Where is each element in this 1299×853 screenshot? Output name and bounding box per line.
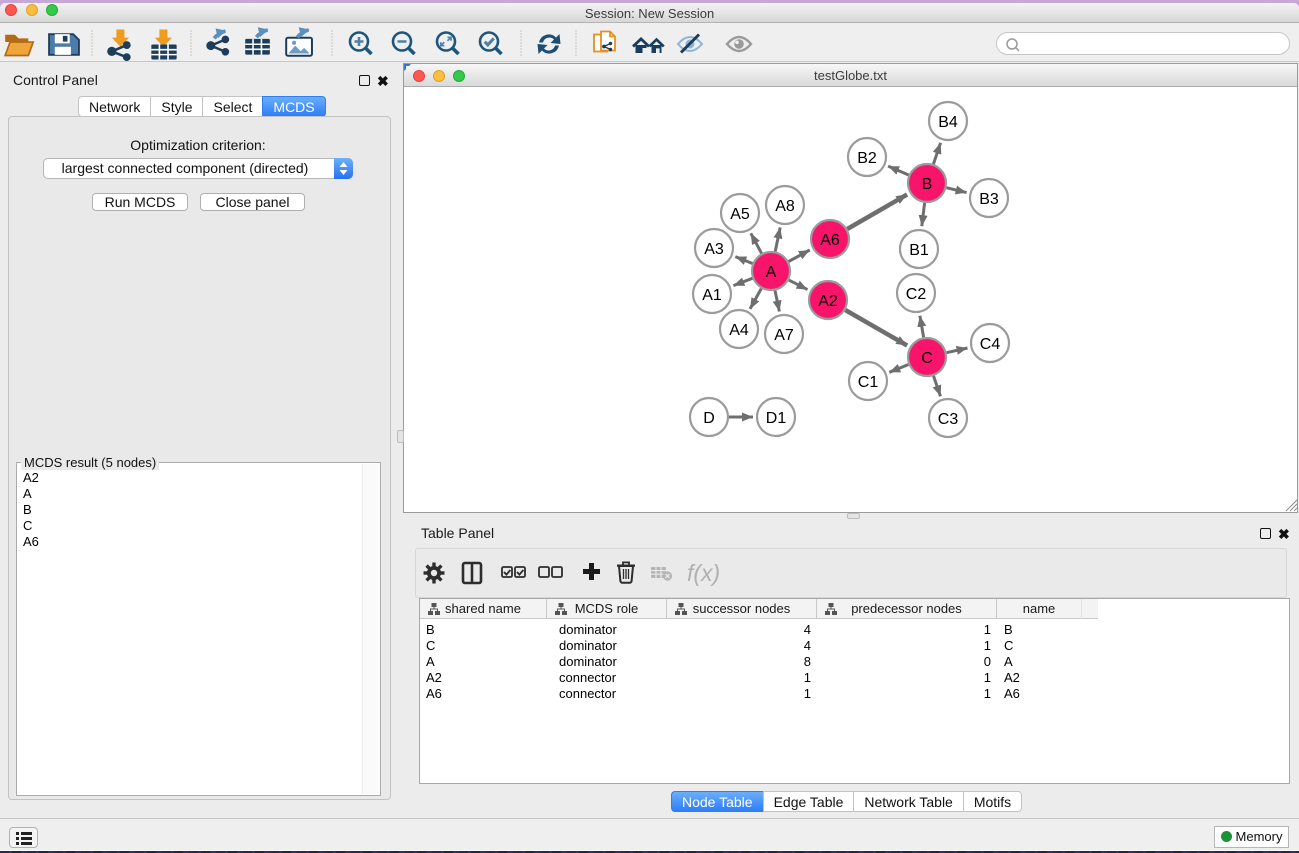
svg-text:B4: B4 bbox=[938, 114, 958, 131]
svg-text:A: A bbox=[766, 264, 777, 281]
svg-text:D1: D1 bbox=[766, 410, 787, 427]
svg-text:C: C bbox=[921, 350, 933, 367]
svg-text:A7: A7 bbox=[774, 327, 794, 344]
svg-text:B: B bbox=[922, 176, 933, 193]
svg-text:C2: C2 bbox=[906, 286, 927, 303]
svg-text:A8: A8 bbox=[775, 198, 795, 215]
svg-text:D: D bbox=[703, 410, 715, 427]
svg-text:B2: B2 bbox=[857, 150, 877, 167]
svg-text:A5: A5 bbox=[730, 206, 750, 223]
svg-text:A6: A6 bbox=[820, 232, 840, 249]
svg-text:C4: C4 bbox=[980, 336, 1001, 353]
svg-text:C3: C3 bbox=[938, 411, 959, 428]
svg-text:A1: A1 bbox=[702, 287, 722, 304]
svg-text:B3: B3 bbox=[979, 191, 999, 208]
svg-text:A4: A4 bbox=[729, 322, 749, 339]
svg-text:C1: C1 bbox=[858, 374, 879, 391]
svg-text:A2: A2 bbox=[818, 293, 838, 310]
svg-text:f(x): f(x) bbox=[687, 560, 720, 586]
svg-text:B1: B1 bbox=[909, 242, 929, 259]
svg-text:A3: A3 bbox=[704, 241, 724, 258]
